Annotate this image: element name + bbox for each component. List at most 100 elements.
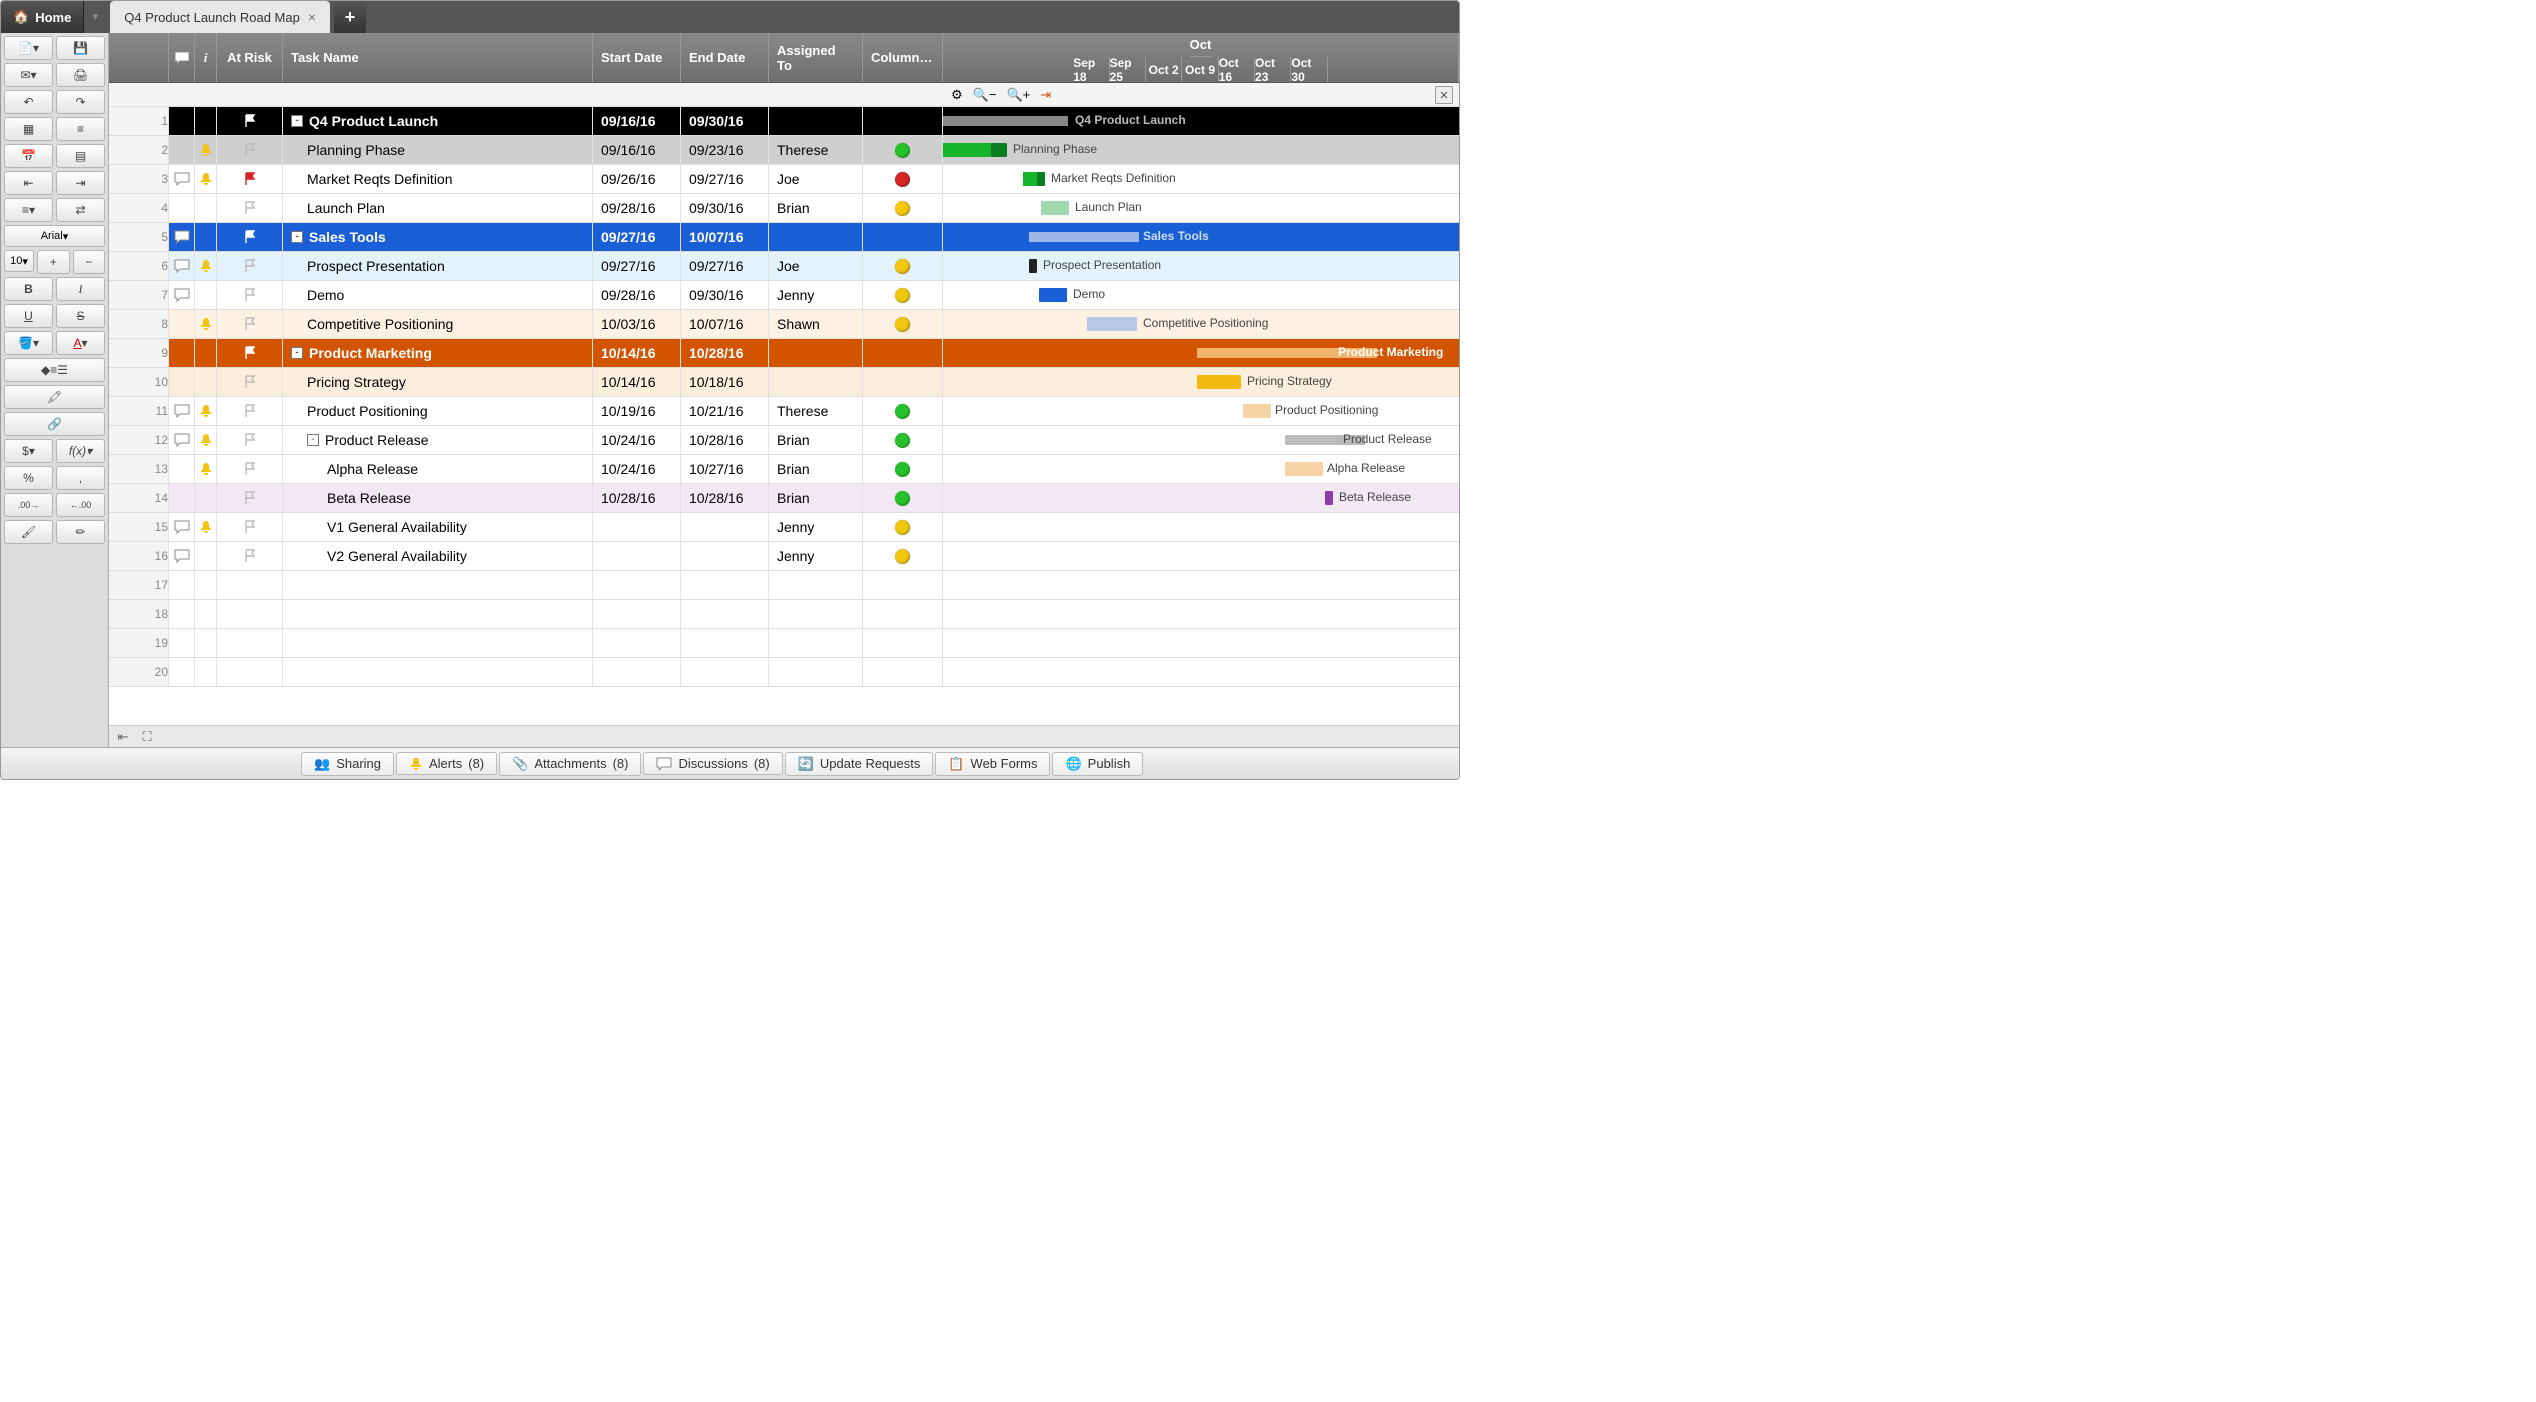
start-cell[interactable] — [593, 658, 681, 686]
start-cell[interactable]: 09/26/16 — [593, 165, 681, 193]
risk-cell[interactable] — [217, 339, 283, 367]
task-cell[interactable]: Prospect Presentation — [283, 252, 593, 280]
gantt-week-header[interactable]: Oct 2 — [1146, 57, 1182, 82]
collapse-toggle[interactable]: - — [291, 231, 303, 243]
gantt-cell[interactable] — [943, 571, 1459, 599]
task-cell[interactable] — [283, 571, 593, 599]
comment-icon[interactable] — [174, 288, 190, 302]
gantt-close-icon[interactable]: ✕ — [1435, 86, 1453, 104]
assigned-cell[interactable]: Therese — [769, 397, 863, 425]
assigned-cell[interactable]: Shawn — [769, 310, 863, 338]
end-cell[interactable]: 10/28/16 — [681, 339, 769, 367]
risk-cell[interactable] — [217, 571, 283, 599]
update-requests-tab[interactable]: 🔄 Update Requests — [785, 752, 934, 776]
font-size-select[interactable]: 10▾ — [4, 250, 34, 272]
gantt-bar[interactable] — [1029, 259, 1037, 273]
status-cell[interactable] — [863, 368, 943, 396]
assigned-cell[interactable] — [769, 600, 863, 628]
collapse-toggle[interactable]: - — [291, 347, 303, 359]
table-row[interactable]: 16V2 General AvailabilityJenny — [109, 542, 1459, 571]
table-row[interactable]: 11Product Positioning10/19/1610/21/16The… — [109, 397, 1459, 426]
gantt-bar[interactable] — [1039, 288, 1067, 302]
scroll-start-icon[interactable]: ⇤ — [115, 729, 131, 745]
gantt-week-header[interactable]: Sep 25 — [1110, 57, 1146, 82]
flag-icon[interactable] — [243, 549, 257, 563]
highlight-button[interactable]: 🖍 — [4, 385, 105, 409]
status-cell[interactable] — [863, 165, 943, 193]
risk-cell[interactable] — [217, 368, 283, 396]
gantt-today-icon[interactable]: ⇥ — [1040, 87, 1051, 103]
task-cell[interactable]: - Sales Tools — [283, 223, 593, 251]
flag-icon[interactable] — [243, 520, 257, 534]
risk-cell[interactable] — [217, 397, 283, 425]
wrap-button[interactable]: ⇄ — [56, 198, 105, 222]
end-cell[interactable] — [681, 629, 769, 657]
assigned-header[interactable]: Assigned To — [769, 33, 863, 82]
end-cell[interactable]: 09/30/16 — [681, 107, 769, 135]
grid-view-button[interactable]: ▦ — [4, 117, 53, 141]
flag-icon[interactable] — [243, 404, 257, 418]
format-painter-button[interactable]: 🖌 — [4, 520, 53, 544]
new-button[interactable]: 📄▾ — [4, 36, 53, 60]
percent-button[interactable]: % — [4, 466, 53, 490]
end-cell[interactable] — [681, 513, 769, 541]
task-cell[interactable]: Launch Plan — [283, 194, 593, 222]
gantt-cell[interactable]: Product Release — [943, 426, 1459, 454]
gantt-cell[interactable] — [943, 600, 1459, 628]
start-cell[interactable]: 10/03/16 — [593, 310, 681, 338]
status-cell[interactable] — [863, 426, 943, 454]
undo-button[interactable]: ↶ — [4, 90, 53, 114]
risk-cell[interactable] — [217, 281, 283, 309]
underline-button[interactable]: U — [4, 304, 53, 328]
link-button[interactable]: 🔗 — [4, 412, 105, 436]
gantt-week-header[interactable]: Sep 18 — [1073, 57, 1109, 82]
extra-header[interactable]: Column… — [863, 33, 943, 82]
table-row[interactable]: 18 — [109, 600, 1459, 629]
start-cell[interactable]: 10/28/16 — [593, 484, 681, 512]
strike-button[interactable]: S — [56, 304, 105, 328]
gantt-cell[interactable] — [943, 542, 1459, 570]
status-cell[interactable] — [863, 542, 943, 570]
end-cell[interactable]: 09/27/16 — [681, 252, 769, 280]
table-row[interactable]: 3Market Reqts Definition09/26/1609/27/16… — [109, 165, 1459, 194]
align-button[interactable]: ≡▾ — [4, 198, 53, 222]
flag-icon[interactable] — [243, 375, 257, 389]
assigned-cell[interactable]: Jenny — [769, 513, 863, 541]
flag-icon[interactable] — [243, 491, 257, 505]
alerts-tab[interactable]: Alerts (8) — [396, 752, 497, 775]
status-cell[interactable] — [863, 339, 943, 367]
risk-cell[interactable] — [217, 194, 283, 222]
gantt-cell[interactable]: Pricing Strategy — [943, 368, 1459, 396]
assigned-cell[interactable] — [769, 368, 863, 396]
gantt-cell[interactable]: Planning Phase — [943, 136, 1459, 164]
print-button[interactable]: 🖨 — [56, 63, 105, 87]
start-header[interactable]: Start Date — [593, 33, 681, 82]
status-cell[interactable] — [863, 136, 943, 164]
gantt-cell[interactable]: Sales Tools — [943, 223, 1459, 251]
start-cell[interactable]: 10/14/16 — [593, 368, 681, 396]
assigned-cell[interactable] — [769, 629, 863, 657]
task-cell[interactable] — [283, 629, 593, 657]
status-cell[interactable] — [863, 281, 943, 309]
status-cell[interactable] — [863, 107, 943, 135]
start-cell[interactable]: 09/28/16 — [593, 194, 681, 222]
gantt-cell[interactable]: Market Reqts Definition — [943, 165, 1459, 193]
risk-cell[interactable] — [217, 310, 283, 338]
flag-icon[interactable] — [243, 201, 257, 215]
gantt-cell[interactable]: Product Positioning — [943, 397, 1459, 425]
gantt-bar[interactable] — [1325, 491, 1333, 505]
close-icon[interactable]: × — [308, 9, 316, 25]
gantt-bar[interactable] — [943, 143, 1007, 157]
comment-icon[interactable] — [174, 549, 190, 563]
status-cell[interactable] — [863, 600, 943, 628]
start-cell[interactable]: 10/24/16 — [593, 455, 681, 483]
start-cell[interactable]: 09/16/16 — [593, 107, 681, 135]
end-cell[interactable]: 09/30/16 — [681, 194, 769, 222]
gantt-cell[interactable]: Alpha Release — [943, 455, 1459, 483]
fill-color-button[interactable]: 🪣▾ — [4, 331, 53, 355]
task-cell[interactable]: Product Positioning — [283, 397, 593, 425]
flag-icon[interactable] — [243, 143, 257, 157]
add-tab-button[interactable]: + — [334, 1, 366, 33]
end-cell[interactable]: 10/07/16 — [681, 223, 769, 251]
assigned-cell[interactable]: Brian — [769, 455, 863, 483]
